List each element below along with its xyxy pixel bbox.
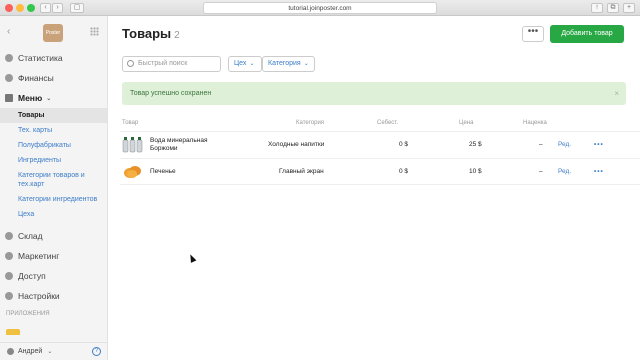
- sidebar-item-warehouse[interactable]: Склад: [0, 226, 107, 246]
- sidebar-subitem-ingredient-categories[interactable]: Категории ингредиентов: [0, 192, 107, 207]
- sidebar: ‹ Poster Статистика Финансы Меню ⌄ Товары…: [0, 16, 108, 360]
- money-icon: [5, 74, 13, 82]
- product-price: 10 $: [469, 168, 482, 175]
- sidebar-item-label: Статистика: [18, 53, 63, 63]
- chevron-down-icon: ⌄: [249, 61, 255, 67]
- maximize-window-button[interactable]: [27, 4, 35, 12]
- sidebar-subitem-products[interactable]: Товары: [0, 108, 107, 123]
- new-tab-icon[interactable]: +: [623, 3, 635, 13]
- chevron-down-icon: ⌄: [47, 349, 53, 355]
- row-actions-button[interactable]: •••: [594, 141, 604, 148]
- success-alert: Товар успешно сохранен ×: [122, 82, 626, 105]
- minimize-window-button[interactable]: [16, 4, 24, 12]
- share-icon[interactable]: ↑: [591, 3, 603, 13]
- category-filter[interactable]: Категория ⌄: [262, 56, 315, 72]
- column-header-price[interactable]: Цена: [459, 120, 473, 126]
- sidebar-subitem-ingredients[interactable]: Ингредиенты: [0, 153, 107, 168]
- search-placeholder: Быстрый поиск: [138, 60, 188, 67]
- sidebar-toggle-icon[interactable]: ▢: [70, 3, 84, 13]
- row-actions-button[interactable]: •••: [594, 168, 604, 175]
- chevron-down-icon: ⌄: [46, 95, 52, 102]
- forward-icon[interactable]: ›: [52, 3, 63, 13]
- table-row[interactable]: Вода минеральная Боржоми Холодные напитк…: [120, 131, 640, 158]
- sidebar-item-settings[interactable]: Настройки: [0, 286, 107, 306]
- address-bar[interactable]: tutorial.joinposter.com: [203, 2, 437, 14]
- product-cost: 0 $: [399, 141, 409, 148]
- product-price: 25 $: [469, 141, 482, 148]
- product-markup: –: [539, 168, 543, 175]
- tabs-icon[interactable]: ⧉: [607, 3, 619, 13]
- sidebar-item-label: Доступ: [18, 271, 46, 281]
- table-row[interactable]: Печенье Главный экран 0 $ 10 $ – Ред. ••…: [120, 158, 640, 185]
- sidebar-subitem-semi-finished[interactable]: Полуфабрикаты: [0, 138, 107, 153]
- product-image: [122, 137, 143, 153]
- page-title: Товары 2: [122, 26, 180, 41]
- column-header-product[interactable]: Товар: [122, 120, 138, 126]
- alert-text: Товар успешно сохранен: [130, 90, 212, 97]
- column-header-cost[interactable]: Себест.: [377, 120, 398, 126]
- user-icon: [7, 348, 14, 355]
- product-markup: –: [539, 141, 543, 148]
- product-cost: 0 $: [399, 168, 409, 175]
- sidebar-subitem-tech-cards[interactable]: Тех. карты: [0, 123, 107, 138]
- back-icon[interactable]: ‹: [40, 3, 51, 13]
- marketing-icon: [5, 252, 13, 260]
- product-name[interactable]: Печенье: [150, 168, 176, 175]
- app-icon[interactable]: [6, 329, 20, 335]
- chevron-down-icon: ⌄: [303, 61, 309, 67]
- product-category: Холодные напитки: [268, 141, 325, 148]
- product-count: 2: [174, 30, 180, 41]
- logo-text: Poster: [45, 30, 61, 36]
- sidebar-item-access[interactable]: Доступ: [0, 266, 107, 286]
- close-window-button[interactable]: [5, 4, 13, 12]
- sidebar-item-label: Настройки: [18, 291, 60, 301]
- gear-icon: [5, 292, 13, 300]
- sidebar-item-label: Меню: [18, 93, 43, 103]
- sidebar-item-label: Маркетинг: [18, 251, 60, 261]
- logo[interactable]: Poster: [43, 24, 63, 42]
- browser-toolbar: ‹ › ▢ tutorial.joinposter.com ↑ ⧉ +: [0, 0, 640, 16]
- apps-section-label: ПРИЛОЖЕНИЯ: [6, 311, 50, 317]
- sidebar-item-statistics[interactable]: Статистика: [0, 48, 107, 68]
- column-header-category[interactable]: Категория: [296, 120, 324, 126]
- edit-link[interactable]: Ред.: [558, 168, 571, 175]
- product-name[interactable]: Вода минеральная Боржоми: [150, 137, 220, 153]
- sidebar-subitem-workshops[interactable]: Цеха: [0, 207, 107, 222]
- menu-icon: [5, 94, 13, 102]
- product-category: Главный экран: [279, 168, 324, 175]
- add-product-button[interactable]: Добавить товар: [550, 25, 624, 43]
- warehouse-icon: [5, 232, 13, 240]
- sidebar-item-label: Склад: [18, 231, 43, 241]
- user-menu[interactable]: Андрей ⌄ ?: [0, 342, 107, 360]
- apps-grid-icon[interactable]: [90, 27, 99, 36]
- key-icon: [5, 272, 13, 280]
- sidebar-item-label: Финансы: [18, 73, 54, 83]
- close-icon[interactable]: ×: [614, 82, 619, 105]
- sidebar-item-menu[interactable]: Меню ⌄: [0, 88, 107, 108]
- product-image: [122, 164, 142, 180]
- search-input[interactable]: Быстрый поиск: [122, 56, 221, 72]
- more-options-button[interactable]: •••: [522, 26, 544, 42]
- search-icon: [127, 60, 134, 67]
- help-icon[interactable]: ?: [92, 347, 101, 356]
- sidebar-item-finance[interactable]: Финансы: [0, 68, 107, 88]
- edit-link[interactable]: Ред.: [558, 141, 571, 148]
- url-text: tutorial.joinposter.com: [288, 5, 352, 12]
- column-header-markup[interactable]: Наценка: [523, 120, 547, 126]
- user-name: Андрей: [18, 348, 43, 355]
- workshop-filter[interactable]: Цех ⌄: [228, 56, 262, 72]
- sidebar-subitem-product-categories[interactable]: Категории товаров и тех.карт: [0, 168, 107, 192]
- collapse-icon[interactable]: ‹: [7, 26, 10, 37]
- main-content: Товары 2 ••• Добавить товар Быстрый поиск…: [108, 16, 640, 360]
- chart-icon: [5, 54, 13, 62]
- sidebar-item-marketing[interactable]: Маркетинг: [0, 246, 107, 266]
